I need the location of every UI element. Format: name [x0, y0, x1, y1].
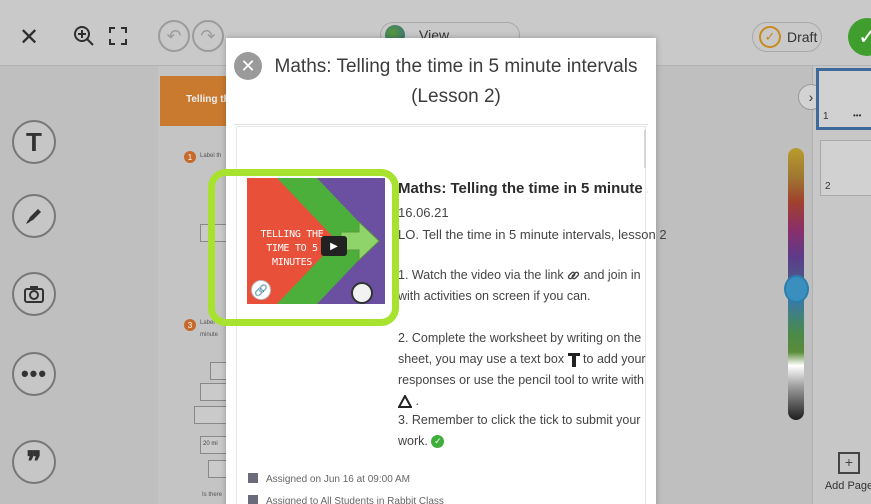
add-page-button[interactable]: + Add Page: [824, 448, 871, 504]
answer-box[interactable]: [194, 406, 230, 424]
question-badge-1: 1: [184, 151, 196, 163]
draft-button[interactable]: ✓ Draft: [752, 22, 822, 52]
lesson-title: Maths: Telling the time in 5 minute ...: [398, 180, 648, 197]
page-number-1: 1: [823, 111, 829, 122]
text-tool-button[interactable]: T: [12, 120, 56, 164]
instruction-step-1: 1. Watch the video via the link and join…: [398, 265, 648, 307]
color-picker-knob[interactable]: [784, 275, 809, 303]
divider: [234, 124, 648, 125]
step1-text-a: 1. Watch the video via the link: [398, 268, 564, 282]
modal-close-button[interactable]: ✕: [234, 52, 262, 80]
pen-icon: [26, 209, 41, 224]
draft-check-icon: ✓: [759, 26, 781, 48]
worksheet-header: Telling the: [160, 76, 228, 126]
learning-objective: LO. Tell the time in 5 minute intervals,…: [398, 227, 667, 242]
close-icon[interactable]: ✕: [14, 22, 44, 52]
calendar-icon: [248, 473, 258, 483]
assigned-date-text: Assigned on Jun 16 at 09:00 AM: [266, 474, 410, 485]
worksheet-footer-text: Is there: [202, 492, 223, 498]
class-icon: [248, 495, 258, 504]
scrollbar[interactable]: [644, 130, 646, 168]
pencil-tool-icon: [398, 395, 412, 409]
question-badge-2: 3: [184, 319, 196, 331]
worksheet-label-2b: minute: [200, 332, 219, 338]
page-thumbnail-1[interactable]: 1 •••: [816, 68, 871, 130]
page-thumbnail-2[interactable]: 2: [820, 140, 871, 196]
link-icon: [567, 271, 580, 280]
assigned-to: Assigned to All Students in Rabbit Class: [248, 495, 444, 504]
video-highlight-ring: [208, 169, 399, 326]
fullscreen-icon[interactable]: [104, 22, 132, 50]
assigned-date: Assigned on Jun 16 at 09:00 AM: [248, 473, 410, 485]
page-options-icon[interactable]: •••: [853, 111, 861, 120]
fullscreen-svg: [109, 27, 127, 45]
draft-label: Draft: [787, 29, 818, 45]
quote-tool-button[interactable]: ❞: [12, 440, 56, 484]
undo-icon[interactable]: ↶: [158, 20, 190, 52]
camera-icon: [24, 286, 44, 303]
assigned-to-text: Assigned to All Students in Rabbit Class: [266, 496, 444, 504]
page-number-2: 2: [825, 181, 831, 192]
more-tools-button[interactable]: •••: [12, 352, 56, 396]
camera-tool-button[interactable]: [12, 272, 56, 316]
modal-title: Maths: Telling the time in 5 minute inte…: [274, 56, 638, 107]
worksheet-label-1: Label th: [200, 153, 222, 159]
zoom-in-svg: [74, 26, 94, 46]
pages-panel: [812, 66, 871, 504]
submit-tick-icon: ✓: [431, 435, 445, 449]
step2-text-c: .: [415, 394, 419, 408]
text-tool-icon: [567, 352, 580, 367]
submit-check-button[interactable]: ✓: [848, 18, 871, 56]
instruction-step-3: 3. Remember to click the tick to submit …: [398, 410, 648, 452]
zoom-in-icon[interactable]: [70, 22, 98, 50]
redo-icon[interactable]: ↷: [192, 20, 224, 52]
left-toolbar: T ••• ❞: [0, 66, 68, 504]
add-page-icon: +: [838, 452, 860, 474]
add-page-label: Add Page: [824, 480, 871, 492]
lesson-date: 16.06.21: [398, 205, 449, 220]
instruction-step-2: 2. Complete the worksheet by writing on …: [398, 328, 648, 412]
pen-tool-button[interactable]: [12, 194, 56, 238]
